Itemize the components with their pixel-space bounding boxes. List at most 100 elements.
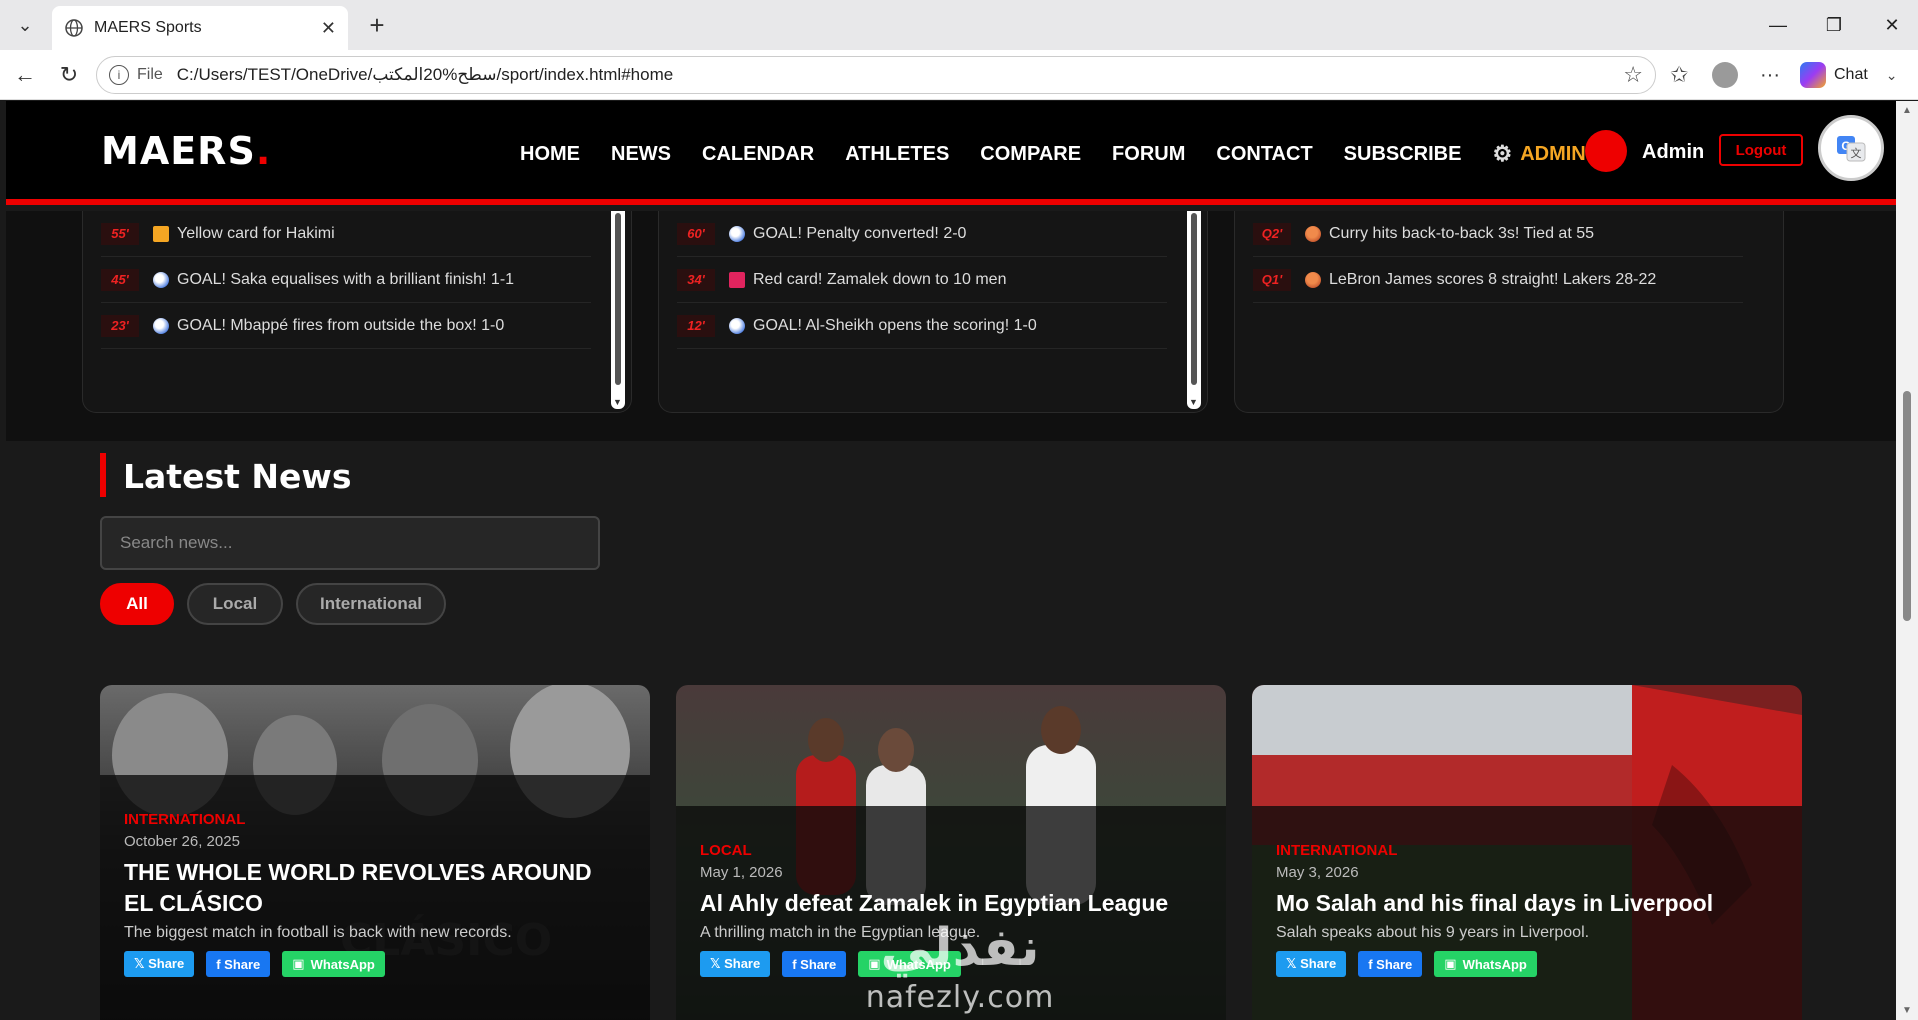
- event-row: 34' Red card! Zamalek down to 10 men: [677, 257, 1167, 303]
- event-text: GOAL! Saka equalises with a brilliant fi…: [177, 270, 515, 288]
- news-headline[interactable]: Mo Salah and his final days in Liverpool: [1276, 888, 1778, 919]
- minimize-icon[interactable]: —: [1758, 10, 1798, 40]
- share-whatsapp-button[interactable]: ▣ WhatsApp: [1434, 951, 1537, 977]
- news-date: May 1, 2026: [700, 864, 783, 881]
- card-scrollbar[interactable]: ▼: [1187, 211, 1201, 409]
- new-tab-plus-icon[interactable]: +: [362, 10, 392, 40]
- gear-icon: ⚙: [1492, 141, 1513, 166]
- card-scrollbar[interactable]: ▼: [611, 211, 625, 409]
- scroll-down-icon[interactable]: ▼: [1902, 1005, 1912, 1016]
- browser-tab[interactable]: MAERS Sports ✕: [52, 6, 348, 50]
- news-headline[interactable]: Al Ahly defeat Zamalek in Egyptian Leagu…: [700, 888, 1202, 919]
- news-overlay: INTERNATIONAL October 26, 2025 THE WHOLE…: [100, 775, 650, 1020]
- whatsapp-icon: ▣: [292, 956, 305, 971]
- event-minute: Q2': [1253, 222, 1291, 245]
- news-overlay: INTERNATIONAL May 3, 2026 Mo Salah and h…: [1252, 806, 1802, 1020]
- filter-all-button[interactable]: All: [100, 583, 174, 625]
- event-row: 23' GOAL! Mbappé fires from outside the …: [101, 303, 591, 349]
- news-date: May 3, 2026: [1276, 864, 1359, 881]
- avatar[interactable]: [1585, 130, 1627, 172]
- nav-subscribe[interactable]: SUBSCRIBE: [1344, 143, 1462, 166]
- reload-icon[interactable]: ↻: [54, 60, 84, 90]
- basketball-icon: [1305, 271, 1321, 288]
- nav-forum[interactable]: FORUM: [1112, 143, 1185, 166]
- site-logo[interactable]: MAERS.: [101, 129, 271, 173]
- watermark-latin-text: nafezly.com: [865, 980, 1055, 1015]
- translate-button[interactable]: G文: [1818, 115, 1884, 181]
- news-date: October 26, 2025: [124, 833, 240, 850]
- event-minute: Q1': [1253, 268, 1291, 291]
- event-minute: 55': [101, 222, 139, 245]
- profile-icon[interactable]: [1712, 60, 1738, 90]
- nav-news[interactable]: NEWS: [611, 143, 671, 166]
- url-field[interactable]: i File C:/Users/TEST/OneDrive/سطح%20المك…: [96, 56, 1656, 94]
- news-headline[interactable]: THE WHOLE WORLD REVOLVES AROUND EL CLÁSI…: [124, 857, 626, 919]
- red-card-icon: [729, 271, 745, 288]
- news-search-input[interactable]: [100, 516, 600, 570]
- news-category: INTERNATIONAL: [124, 811, 246, 828]
- tab-list-chevron-icon[interactable]: ⌄: [8, 8, 42, 42]
- logout-button[interactable]: Logout: [1719, 134, 1803, 166]
- share-facebook-button[interactable]: f Share: [782, 951, 847, 977]
- info-icon[interactable]: i: [109, 65, 129, 85]
- nav-contact[interactable]: CONTACT: [1216, 143, 1312, 166]
- chat-label: Chat: [1834, 66, 1868, 83]
- scroll-thumb[interactable]: [1903, 391, 1911, 621]
- news-category: INTERNATIONAL: [1276, 842, 1398, 859]
- restore-icon[interactable]: ❐: [1814, 10, 1854, 40]
- site-header: MAERS. HOME NEWS CALENDAR ATHLETES COMPA…: [6, 101, 1896, 205]
- football-icon: [729, 317, 745, 334]
- tab-close-icon[interactable]: ✕: [321, 18, 336, 39]
- news-description: The biggest match in football is back wi…: [124, 924, 512, 941]
- user-name: Admin: [1642, 141, 1705, 163]
- live-events-section: 55' Yellow card for Hakimi 45' GOAL! Sak…: [6, 211, 1896, 441]
- event-text: Curry hits back-to-back 3s! Tied at 55: [1329, 224, 1594, 242]
- share-x-button[interactable]: 𝕏 Share: [700, 951, 771, 977]
- event-row: Q1' LeBron James scores 8 straight! Lake…: [1253, 257, 1743, 303]
- event-minute: 12': [677, 314, 715, 337]
- copilot-chat-button[interactable]: Chat ⌄: [1800, 58, 1898, 92]
- nav-admin[interactable]: ⚙ ADMIN: [1492, 141, 1585, 167]
- chevron-down-icon[interactable]: ⌄: [1886, 67, 1898, 84]
- event-text: GOAL! Al-Sheikh opens the scoring! 1-0: [753, 316, 1037, 334]
- favorites-list-icon[interactable]: ✩: [1670, 60, 1688, 90]
- window-close-icon[interactable]: ✕: [1872, 10, 1912, 40]
- news-card[interactable]: INTERNATIONAL May 3, 2026 Mo Salah and h…: [1252, 685, 1802, 1020]
- event-minute: 45': [101, 268, 139, 291]
- news-category: LOCAL: [700, 842, 752, 859]
- svg-text:文: 文: [1851, 146, 1862, 160]
- share-x-button[interactable]: 𝕏 Share: [124, 951, 195, 977]
- nav-calendar[interactable]: CALENDAR: [702, 143, 814, 166]
- share-facebook-button[interactable]: f Share: [206, 951, 271, 977]
- page-scrollbar[interactable]: ▲ ▼: [1896, 101, 1918, 1020]
- section-title: Latest News: [123, 457, 352, 496]
- live-match-card: 55' Yellow card for Hakimi 45' GOAL! Sak…: [82, 211, 632, 413]
- nav-compare[interactable]: COMPARE: [980, 143, 1081, 166]
- share-x-button[interactable]: 𝕏 Share: [1276, 951, 1347, 977]
- share-whatsapp-button[interactable]: ▣ WhatsApp: [282, 951, 385, 977]
- url-text[interactable]: C:/Users/TEST/OneDrive/سطح%20المكتب/spor…: [177, 65, 1623, 85]
- event-row: 12' GOAL! Al-Sheikh opens the scoring! 1…: [677, 303, 1167, 349]
- event-minute: 34': [677, 268, 715, 291]
- event-text: GOAL! Mbappé fires from outside the box!…: [177, 316, 505, 334]
- back-arrow-icon[interactable]: ←: [10, 60, 40, 90]
- scroll-up-icon[interactable]: ▲: [1902, 105, 1912, 116]
- filter-international-button[interactable]: International: [296, 583, 446, 625]
- translate-icon: G文: [1837, 136, 1866, 162]
- event-text: Red card! Zamalek down to 10 men: [753, 270, 1007, 288]
- share-row: 𝕏 Share f Share ▣ WhatsApp: [124, 951, 626, 977]
- file-label: File: [137, 66, 163, 83]
- nav-home[interactable]: HOME: [520, 143, 580, 166]
- favorite-star-icon[interactable]: ☆: [1623, 62, 1643, 88]
- news-description: Salah speaks about his 9 years in Liverp…: [1276, 924, 1590, 941]
- event-text: GOAL! Penalty converted! 2-0: [753, 224, 967, 242]
- share-facebook-button[interactable]: f Share: [1358, 951, 1423, 977]
- nav-athletes[interactable]: ATHLETES: [845, 143, 949, 166]
- live-match-card: 60' GOAL! Penalty converted! 2-0 34' Red…: [658, 211, 1208, 413]
- news-card[interactable]: CLÁSICO INTERNATIONAL October 26, 2025 T…: [100, 685, 650, 1020]
- watermark-logo: نفذلي nafezly.com: [850, 918, 1070, 1018]
- page-viewport: MAERS. HOME NEWS CALENDAR ATHLETES COMPA…: [6, 101, 1896, 1020]
- yellow-card-icon: [153, 225, 169, 242]
- more-menu-icon[interactable]: ···: [1760, 60, 1780, 90]
- filter-local-button[interactable]: Local: [187, 583, 283, 625]
